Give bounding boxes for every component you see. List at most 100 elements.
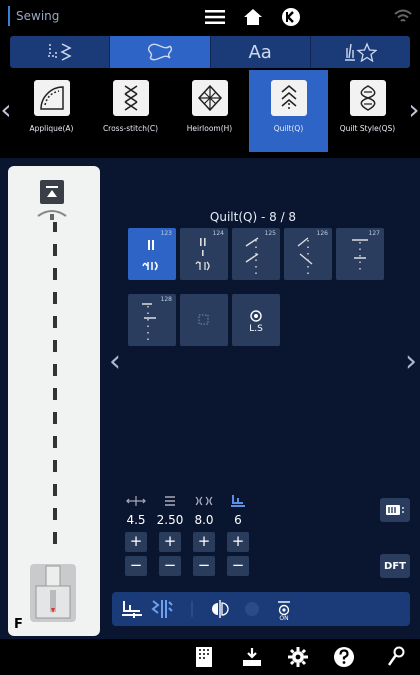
wifi-status: [388, 2, 418, 32]
stitch-preview-panel: F: [8, 166, 100, 636]
category-label: Applique(A): [29, 124, 74, 133]
presser-foot-image: [30, 564, 76, 622]
memory-icon: [386, 505, 404, 515]
utility-stitch-icon: [47, 43, 72, 61]
stitch-pattern-icon: [195, 238, 210, 271]
strip-prev-arrow[interactable]: ‹: [0, 92, 12, 128]
home-icon: [244, 9, 262, 25]
tension-minus-button[interactable]: −: [193, 556, 215, 576]
pattern-page-title: Quilt(Q) - 8 / 8: [209, 210, 297, 224]
move-to-top-icon: [46, 186, 58, 197]
memory-button[interactable]: [380, 498, 410, 522]
needle-icon: [191, 601, 193, 617]
stitch-type-tabs: Aa: [10, 36, 410, 68]
home-button[interactable]: [238, 2, 268, 32]
stitch-tile-empty[interactable]: [180, 294, 228, 346]
disabled-function-button: [178, 596, 206, 622]
mirror-image-button[interactable]: [206, 596, 234, 622]
category-applique[interactable]: Applique(A): [12, 70, 91, 152]
stitch-pattern-icon: [245, 237, 259, 274]
favorite-star-icon: [345, 42, 378, 62]
quilt-style-icon: [349, 80, 386, 116]
back-to-start-icon: [282, 8, 300, 26]
category-label: Heirloom(H): [186, 124, 233, 133]
pattern-grid-icon: [196, 647, 212, 667]
stitch-tile-127[interactable]: 127: [336, 228, 384, 280]
pivot-button[interactable]: [148, 596, 176, 622]
stitch-tile-124[interactable]: 124: [180, 228, 228, 280]
length-plus-button[interactable]: +: [159, 532, 181, 552]
quilt-icon: [270, 80, 307, 116]
settings-button[interactable]: [284, 643, 312, 671]
help-icon: [334, 647, 354, 667]
foot-pressure-setting: 6 + −: [224, 494, 252, 576]
lock-stitch-icon: [250, 310, 262, 322]
width-plus-button[interactable]: +: [125, 532, 147, 552]
thread-tension-icon: [190, 494, 218, 508]
stitch-tile-123[interactable]: 123: [128, 228, 176, 280]
stitch-tile-126[interactable]: 126: [284, 228, 332, 280]
mirror-foot-button[interactable]: [118, 596, 146, 622]
stitch-tile-128[interactable]: 128: [128, 294, 176, 346]
stitch-pattern-icon: [297, 237, 313, 274]
tension-setting: 8.0 + −: [190, 494, 218, 576]
main-panel: F Quilt(Q) - 8 / 8 ‹ › 123 124 125 126 1…: [0, 152, 420, 639]
default-settings-button[interactable]: DFT: [380, 554, 410, 578]
category-heirloom[interactable]: Heirloom(H): [170, 70, 249, 152]
function-bar: ON: [112, 592, 410, 626]
needle-stop-position-icon: [122, 601, 142, 618]
thread-tension-value: 8.0: [194, 513, 214, 527]
grid-next-page-arrow[interactable]: ›: [404, 344, 418, 380]
wrench-icon: [388, 646, 405, 666]
menu-button[interactable]: [200, 2, 230, 32]
divider: [0, 152, 420, 158]
lock-stitch-button[interactable]: ON: [270, 596, 298, 622]
help-button[interactable]: [330, 643, 358, 671]
length-minus-button[interactable]: −: [159, 556, 181, 576]
grid-prev-page-arrow[interactable]: ‹: [108, 344, 122, 380]
save-button[interactable]: [238, 643, 266, 671]
tab-utility-stitches[interactable]: [10, 36, 111, 68]
length-setting: 2.50 + −: [156, 494, 184, 576]
stitch-width-icon: [122, 494, 150, 508]
stitch-length-icon: [156, 494, 184, 508]
lettering-label: Aa: [248, 41, 272, 63]
scroll-to-top-button[interactable]: [40, 180, 64, 204]
category-quilt[interactable]: Quilt(Q): [249, 70, 328, 152]
category-cross-stitch[interactable]: Cross-stitch(C): [91, 70, 170, 152]
presser-foot-letter: F: [14, 617, 23, 632]
stitch-preview-line: [53, 222, 57, 544]
presser-foot-pressure-icon: [224, 494, 252, 508]
lock-stitch-label: L.S: [249, 324, 263, 334]
mode-label: Sewing: [8, 6, 59, 26]
width-setting: 4.5 + −: [122, 494, 150, 576]
width-minus-button[interactable]: −: [125, 556, 147, 576]
strip-next-arrow[interactable]: ›: [408, 92, 420, 128]
wifi-icon: [394, 9, 412, 22]
twin-needle-icon: [245, 602, 259, 616]
maintenance-button[interactable]: [382, 643, 410, 671]
applique-icon: [33, 80, 70, 116]
stitch-category-strip: ‹ Applique(A) Cross-stitch(C) Heirloom(H…: [0, 70, 420, 152]
back-button[interactable]: [276, 2, 306, 32]
tab-lettering[interactable]: Aa: [211, 36, 311, 68]
tension-plus-button[interactable]: +: [193, 532, 215, 552]
category-label: Quilt(Q): [273, 124, 304, 133]
stitch-tile-lock-stitch[interactable]: L.S: [232, 294, 280, 346]
tab-favorites[interactable]: [311, 36, 410, 68]
lock-stitch-on-label: ON: [279, 615, 289, 622]
stitch-length-value: 2.50: [156, 513, 184, 527]
mirror-icon: [212, 600, 229, 618]
empty-stitch-icon: [198, 314, 209, 325]
stitch-pattern-icon: [352, 239, 368, 274]
category-label: Cross-stitch(C): [102, 124, 159, 133]
category-quilt-style[interactable]: Quilt Style(QS): [328, 70, 407, 152]
pressure-plus-button[interactable]: +: [227, 532, 249, 552]
category-label: Quilt Style(QS): [339, 124, 396, 133]
stitch-pattern-icon: [142, 240, 158, 271]
menu-icon: [205, 10, 225, 24]
stitch-tile-125[interactable]: 125: [232, 228, 280, 280]
pressure-minus-button[interactable]: −: [227, 556, 249, 576]
embroidery-pattern-button[interactable]: [190, 643, 218, 671]
tab-decorative-stitches[interactable]: [110, 36, 211, 68]
